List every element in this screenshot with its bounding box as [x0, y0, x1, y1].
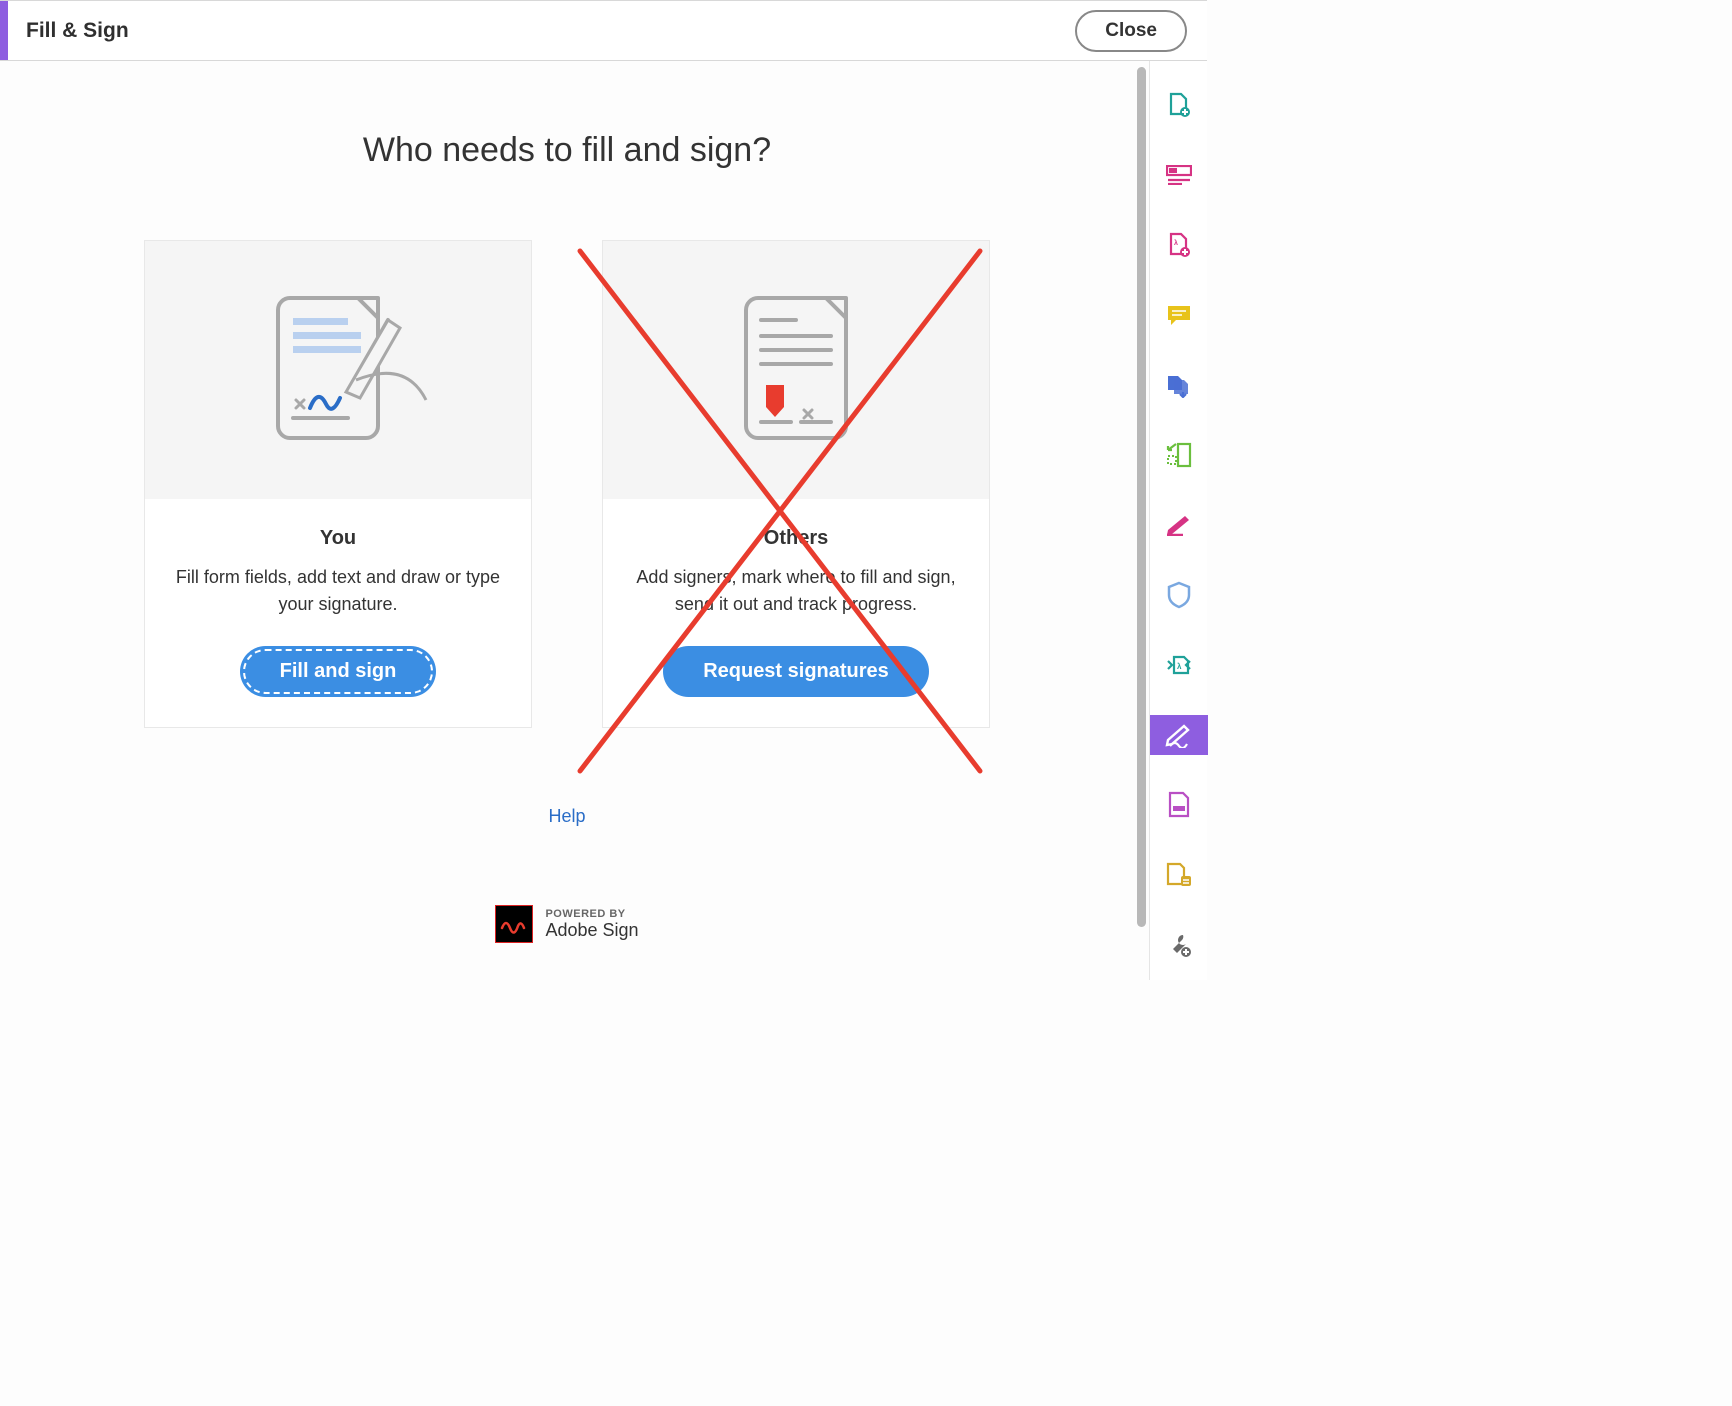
close-button[interactable]: Close — [1075, 10, 1187, 52]
page-heading: Who needs to fill and sign? — [0, 131, 1134, 170]
rail-protect[interactable] — [1150, 575, 1208, 615]
scrollbar[interactable] — [1134, 61, 1149, 980]
request-signatures-button[interactable]: Request signatures — [663, 646, 929, 697]
rail-sign-pen[interactable] — [1150, 505, 1208, 545]
card-others-desc: Add signers, mark where to fill and sign… — [625, 564, 967, 618]
card-you-title: You — [167, 527, 509, 550]
main-wrap: Who needs to fill and sign? — [0, 61, 1207, 980]
tools-side-rail: λ — [1149, 61, 1207, 980]
rail-more-tools[interactable] — [1150, 925, 1208, 965]
svg-text:λ: λ — [1174, 239, 1178, 247]
rail-compare[interactable] — [1150, 855, 1208, 895]
rail-export-pdf[interactable] — [1150, 85, 1208, 125]
accent-bar — [0, 1, 8, 60]
rail-combine[interactable] — [1150, 365, 1208, 405]
powered-text: POWERED BY Adobe Sign — [545, 908, 638, 941]
sign-pen-icon — [1165, 514, 1193, 536]
rail-measure[interactable] — [1150, 435, 1208, 475]
card-you[interactable]: You Fill form fields, add text and draw … — [144, 240, 532, 728]
rail-redact[interactable] — [1150, 785, 1208, 825]
protect-icon — [1167, 581, 1191, 609]
self-sign-graphic-icon — [238, 280, 438, 460]
rail-comment[interactable] — [1150, 295, 1208, 335]
content-area: Who needs to fill and sign? — [0, 61, 1134, 980]
measure-icon — [1166, 442, 1192, 468]
rail-create-pdf[interactable]: λ — [1150, 225, 1208, 265]
request-sign-graphic-icon — [696, 280, 896, 460]
illustration-self-sign — [145, 241, 531, 499]
illustration-request-sign — [603, 241, 989, 499]
card-others-body: Others Add signers, mark where to fill a… — [603, 499, 989, 727]
card-others-title: Others — [625, 527, 967, 550]
compress-icon: λ — [1164, 653, 1194, 677]
rail-compress[interactable]: λ — [1150, 645, 1208, 685]
create-pdf-icon: λ — [1166, 232, 1192, 258]
scrollbar-thumb[interactable] — [1137, 67, 1146, 927]
redact-icon — [1166, 791, 1192, 819]
fill-and-sign-button[interactable]: Fill and sign — [240, 646, 437, 697]
layout-icon — [1166, 165, 1192, 185]
powered-big: Adobe Sign — [545, 920, 638, 941]
svg-text:λ: λ — [1177, 662, 1182, 671]
card-you-body: You Fill form fields, add text and draw … — [145, 499, 531, 727]
fill-sign-icon — [1164, 722, 1194, 748]
tools-icon — [1165, 931, 1193, 959]
powered-small: POWERED BY — [545, 908, 638, 920]
tool-header: Fill & Sign Close — [0, 0, 1207, 61]
rail-layout[interactable] — [1150, 155, 1208, 195]
rail-fill-sign[interactable] — [1150, 715, 1208, 755]
help-link[interactable]: Help — [0, 806, 1134, 827]
combine-icon — [1165, 372, 1193, 398]
compare-icon — [1165, 862, 1193, 888]
card-others[interactable]: Others Add signers, mark where to fill a… — [602, 240, 990, 728]
adobe-sign-badge-icon — [495, 905, 533, 943]
card-you-desc: Fill form fields, add text and draw or t… — [167, 564, 509, 618]
header-left: Fill & Sign — [0, 1, 129, 60]
tool-title: Fill & Sign — [26, 19, 129, 43]
powered-by-row: POWERED BY Adobe Sign — [0, 905, 1134, 943]
cards-row: You Fill form fields, add text and draw … — [0, 240, 1134, 728]
export-pdf-icon — [1166, 92, 1192, 118]
comment-icon — [1166, 304, 1192, 326]
